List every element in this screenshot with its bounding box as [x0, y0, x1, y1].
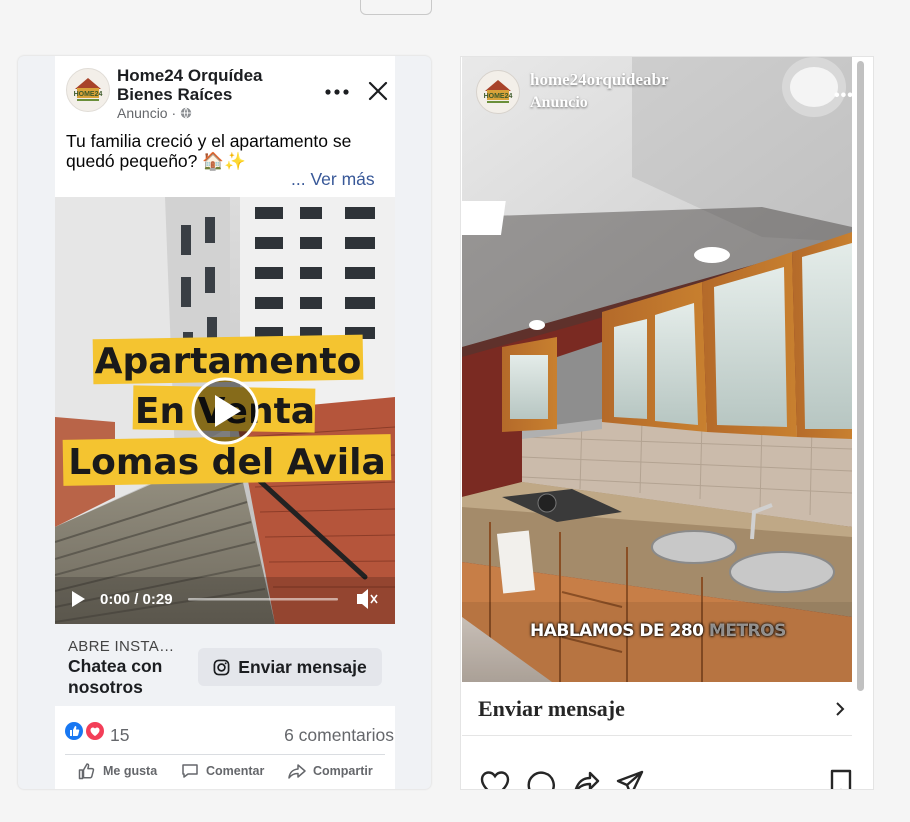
comment-label: Comentar: [206, 764, 265, 778]
send-icon[interactable]: [615, 769, 645, 790]
instagram-ad-preview: HOME24 home24orquideabr Anuncio ••• HABL…: [460, 56, 874, 790]
scrollbar[interactable]: [857, 61, 864, 691]
action-icons: [477, 769, 857, 790]
ad-media[interactable]: HOME24 home24orquideabr Anuncio ••• HABL…: [462, 57, 852, 682]
cta-headline: Chatea con nosotros: [68, 656, 163, 697]
chevron-right-icon: [828, 701, 852, 716]
send-message-button[interactable]: Enviar mensaje: [198, 648, 382, 686]
divider: [65, 754, 385, 755]
facebook-post: HOME24 Home24 Orquídea Bienes Raíces Anu…: [55, 56, 395, 789]
video-time: 0:00 / 0:29: [100, 591, 173, 608]
share-button[interactable]: Compartir: [287, 761, 373, 781]
sponsored-label: Anuncio ·: [117, 105, 192, 121]
svg-text:HOME24: HOME24: [74, 91, 103, 98]
thumbs-up-icon: [78, 763, 95, 780]
reactions-summary[interactable]: 15 6 comentarios: [65, 720, 394, 746]
like-reaction-icon: [65, 722, 83, 740]
cta-source-label: ABRE INSTA…: [68, 638, 175, 655]
more-options-icon[interactable]: [323, 78, 351, 106]
bookmark-icon[interactable]: [829, 769, 853, 790]
send-message-label: Enviar mensaje: [238, 656, 367, 677]
close-icon[interactable]: [365, 78, 391, 104]
post-text: Tu familia creció y el apartamento se qu…: [66, 131, 352, 171]
profile-avatar[interactable]: HOME24: [476, 70, 520, 114]
love-reaction-icon: [86, 722, 104, 740]
sponsored-text: Anuncio ·: [117, 105, 177, 121]
video-player[interactable]: Apartamento En Venta Lomas del Avila 0:0…: [55, 197, 395, 624]
call-to-action-bar: ABRE INSTA… Chatea con nosotros Enviar m…: [55, 624, 395, 706]
share-icon[interactable]: [571, 769, 601, 790]
more-options-icon[interactable]: •••: [834, 87, 852, 105]
username[interactable]: home24orquideabr: [530, 70, 669, 90]
sponsored-label: Anuncio: [530, 94, 588, 111]
facebook-ad-preview: HOME24 Home24 Orquídea Bienes Raíces Anu…: [18, 56, 431, 789]
heart-icon[interactable]: [479, 769, 511, 790]
caption-main: HABLAMOS DE 280: [530, 621, 709, 641]
like-label: Me gusta: [103, 764, 158, 778]
reactions-count: 15: [110, 725, 130, 745]
see-more-link[interactable]: ... Ver más: [291, 169, 375, 190]
play-button[interactable]: [191, 377, 259, 445]
comment-icon: [182, 764, 198, 778]
instagram-icon: [213, 659, 230, 675]
video-overlay-line-1: Apartamento: [95, 341, 362, 382]
comments-count[interactable]: 6 comentarios: [284, 725, 394, 746]
page-name[interactable]: Home24 Orquídea Bienes Raíces: [117, 66, 307, 104]
post-actions: Me gusta Comentar Compartir: [55, 759, 395, 789]
media-caption: HABLAMOS DE 280 METROS: [530, 621, 786, 641]
top-tab-button[interactable]: [360, 0, 432, 15]
svg-text:HOME24: HOME24: [484, 93, 513, 100]
send-message-cta[interactable]: Enviar mensaje: [462, 682, 852, 736]
globe-icon: [180, 107, 192, 119]
post-header: HOME24 Home24 Orquídea Bienes Raíces Anu…: [55, 56, 395, 121]
like-button[interactable]: Me gusta: [77, 761, 157, 781]
comment-icon[interactable]: [525, 769, 555, 790]
share-icon: [288, 764, 306, 779]
send-message-label: Enviar mensaje: [478, 695, 625, 721]
comment-button[interactable]: Comentar: [180, 761, 264, 781]
share-label: Compartir: [313, 764, 373, 778]
page-avatar[interactable]: HOME24: [66, 68, 110, 112]
caption-dim: METROS: [708, 621, 786, 641]
video-progress-bar[interactable]: [188, 598, 338, 601]
video-overlay-line-3: Lomas del Avila: [68, 442, 386, 483]
